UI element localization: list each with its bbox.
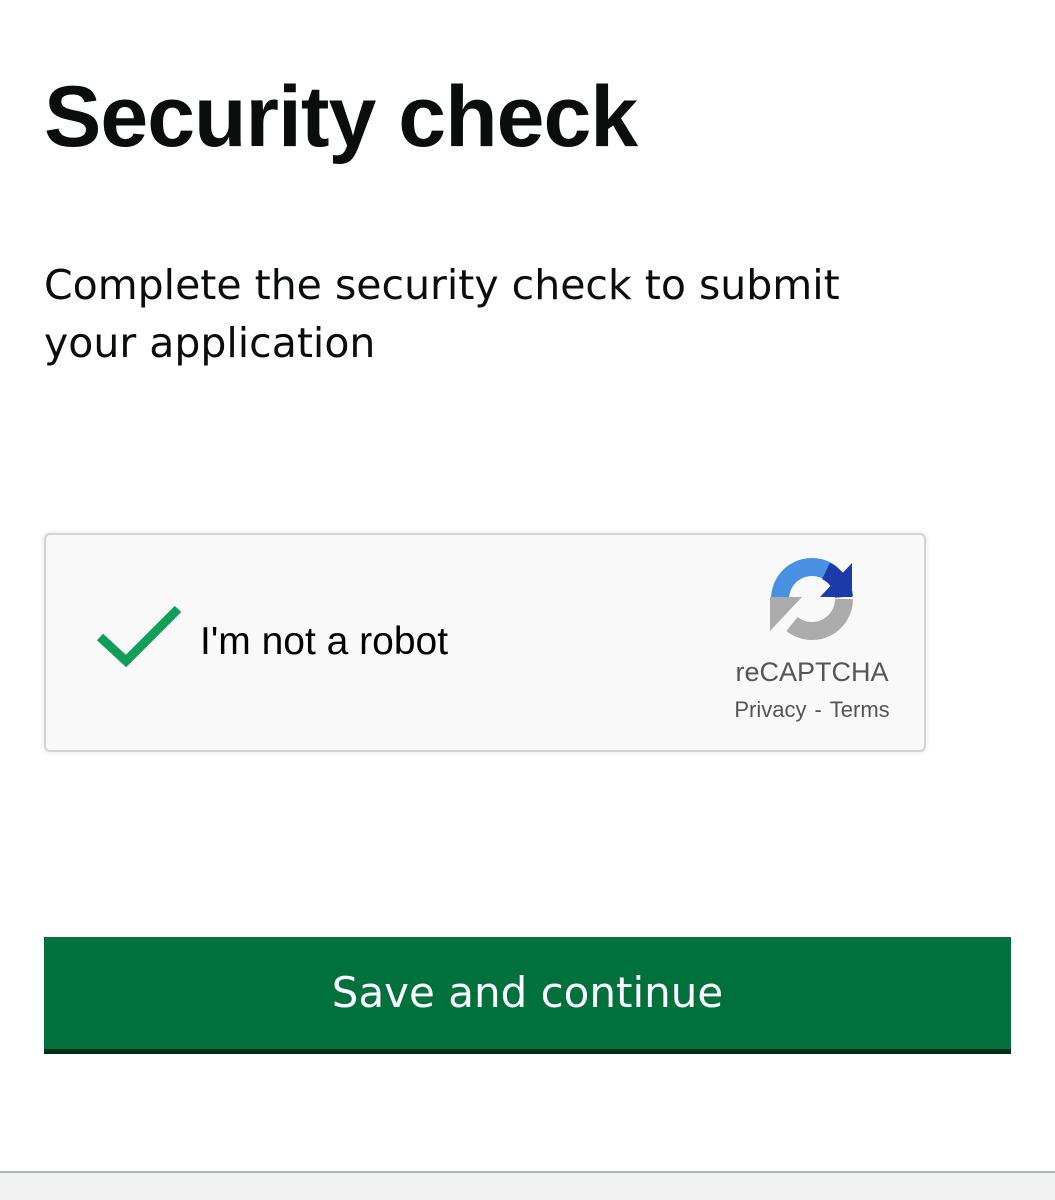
privacy-link[interactable]: Privacy <box>734 697 806 722</box>
recaptcha-checkbox-label[interactable]: I'm not a robot <box>200 617 448 667</box>
terms-link[interactable]: Terms <box>830 697 890 722</box>
page-title: Security check <box>44 69 638 165</box>
recaptcha-checkbox[interactable] <box>94 601 184 671</box>
recaptcha-widget: I'm not a robot reCAPTCHA Privacy - Terms <box>44 533 926 752</box>
checkmark-icon <box>96 605 182 668</box>
page-lead-text: Complete the security check to submit yo… <box>44 261 840 367</box>
save-and-continue-button[interactable]: Save and continue <box>44 937 1011 1049</box>
recaptcha-brand-text: reCAPTCHA <box>735 657 889 687</box>
recaptcha-logo-icon <box>766 553 858 645</box>
recaptcha-links: Privacy - Terms <box>708 695 916 725</box>
links-separator: - <box>814 697 822 722</box>
security-check-page: Security check Complete the security che… <box>0 0 1055 1200</box>
bottom-bar <box>0 1171 1055 1200</box>
